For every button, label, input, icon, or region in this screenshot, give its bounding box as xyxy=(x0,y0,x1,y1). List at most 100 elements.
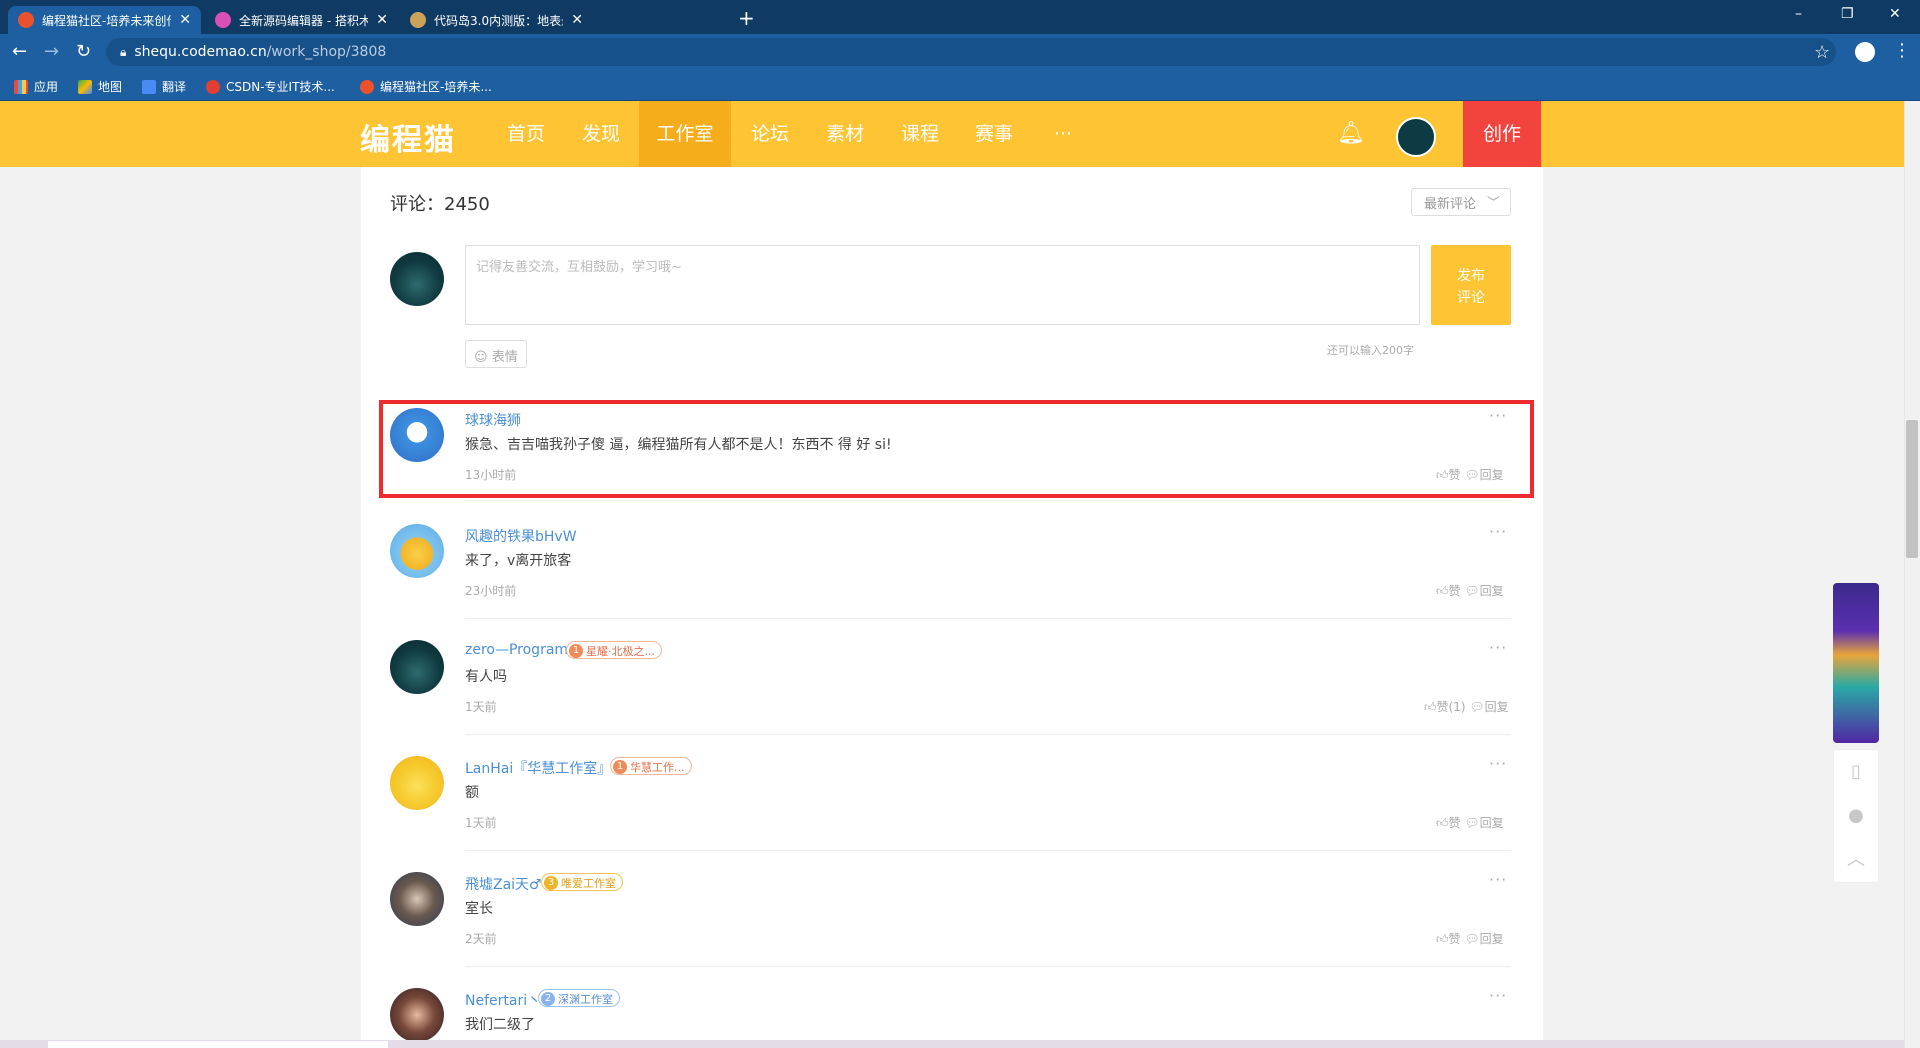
commenter-name[interactable]: 风趣的铁果bHvW xyxy=(465,526,577,546)
like-button[interactable]: 赞 xyxy=(1449,816,1461,830)
back-arrow-icon[interactable]: ← xyxy=(12,41,27,62)
game-ad-banner[interactable] xyxy=(1833,583,1879,743)
back-to-top-icon[interactable]: ︿ xyxy=(1834,838,1878,882)
commenter-name[interactable]: LanHai『华慧工作室』 xyxy=(465,758,611,778)
browser-menu-icon[interactable]: ⋮ xyxy=(1893,40,1911,61)
bookmark-apps[interactable]: 应用 xyxy=(14,78,58,95)
reply-icon[interactable]: 💬︎ xyxy=(1464,932,1479,946)
minimize-button[interactable]: – xyxy=(1795,6,1802,22)
like-button[interactable]: 赞 xyxy=(1449,468,1461,482)
reply-icon[interactable]: 💬︎ xyxy=(1464,468,1479,482)
thumb-up-icon[interactable]: 👍︎ xyxy=(1436,816,1449,830)
comment-text: 来了，v离开旅客 xyxy=(465,553,572,569)
reply-button[interactable]: 回复 xyxy=(1485,700,1509,714)
commenter-avatar[interactable] xyxy=(390,640,444,694)
horizontal-scrollbar-thumb[interactable] xyxy=(48,1041,388,1048)
phone-icon[interactable]: ▯ xyxy=(1834,750,1878,794)
more-options-icon[interactable]: ··· xyxy=(1489,638,1507,657)
commenter-avatar[interactable] xyxy=(390,408,444,462)
commenter-avatar[interactable] xyxy=(390,988,444,1042)
vertical-scrollbar[interactable] xyxy=(1904,101,1920,1048)
more-options-icon[interactable]: ··· xyxy=(1489,986,1507,1005)
restore-button[interactable]: ❐ xyxy=(1841,6,1854,22)
comment-time: 23小时前 xyxy=(465,584,517,598)
thumb-up-icon[interactable]: 👍︎ xyxy=(1436,584,1449,598)
scrollbar-thumb[interactable] xyxy=(1906,420,1918,558)
emoji-button[interactable]: ☺ 表情 xyxy=(465,340,527,368)
create-button[interactable]: 创作 xyxy=(1463,101,1541,167)
star-icon[interactable]: ☆ xyxy=(1814,42,1830,63)
url-field[interactable]: 🔒︎ shequ.codemao.cn/work_shop/3808 xyxy=(106,38,1836,66)
nav-forum[interactable]: 论坛 xyxy=(739,101,801,167)
thumb-up-icon[interactable]: 👍︎ xyxy=(1424,700,1437,714)
tab-codemao-community[interactable]: 编程猫社区-培养未来创作者 - 首 ✕ xyxy=(8,6,201,34)
more-options-icon[interactable]: ··· xyxy=(1489,522,1507,541)
like-button[interactable]: 赞(1) xyxy=(1437,700,1466,714)
nav-home[interactable]: 首页 xyxy=(495,101,557,167)
nav-materials[interactable]: 素材 xyxy=(814,101,876,167)
bookmark-maps[interactable]: 地图 xyxy=(78,78,122,95)
workshop-badge[interactable]: 3 唯爱工作室 xyxy=(541,873,623,891)
post-comment-button[interactable]: 发布 评论 xyxy=(1431,245,1511,325)
reply-button[interactable]: 回复 xyxy=(1480,816,1504,830)
commenter-name[interactable]: 飛墟Zai天♂ xyxy=(465,874,542,894)
comment-actions: 👍︎赞 💬︎回复 xyxy=(1436,814,1504,831)
reply-button[interactable]: 回复 xyxy=(1480,584,1504,598)
reply-icon[interactable]: 💬︎ xyxy=(1469,700,1484,714)
commenter-avatar[interactable] xyxy=(390,756,444,810)
reply-icon[interactable]: 💬︎ xyxy=(1464,816,1479,830)
address-bar-row: ← → ↻ 🔒︎ shequ.codemao.cn/work_shop/3808… xyxy=(0,34,1920,70)
comment-text: 额 xyxy=(465,785,479,801)
commenter-name[interactable]: Nefertari丶 xyxy=(465,990,541,1010)
like-button[interactable]: 赞 xyxy=(1449,932,1461,946)
close-tab-icon[interactable]: ✕ xyxy=(571,12,583,28)
bell-icon[interactable]: 🔔︎ xyxy=(1337,121,1365,146)
reload-icon[interactable]: ↻ xyxy=(76,41,91,62)
more-options-icon[interactable]: ··· xyxy=(1489,754,1507,773)
close-tab-icon[interactable]: ✕ xyxy=(179,12,191,28)
commenter-name[interactable]: 球球海狮 xyxy=(465,410,521,430)
bookmark-codemao[interactable]: 编程猫社区-培养未... xyxy=(360,78,492,95)
nav-more[interactable]: ··· xyxy=(1032,101,1094,167)
commenter-avatar[interactable] xyxy=(390,872,444,926)
more-options-icon[interactable]: ··· xyxy=(1489,406,1507,425)
maps-icon xyxy=(78,79,92,94)
forward-arrow-icon[interactable]: → xyxy=(44,41,59,62)
more-options-icon[interactable]: ··· xyxy=(1489,870,1507,889)
new-tab-button[interactable]: + xyxy=(738,6,755,30)
thumb-up-icon[interactable]: 👍︎ xyxy=(1436,932,1449,946)
close-tab-icon[interactable]: ✕ xyxy=(376,12,388,28)
thumb-up-icon[interactable]: 👍︎ xyxy=(1436,468,1449,482)
reply-button[interactable]: 回复 xyxy=(1480,468,1504,482)
site-logo[interactable]: 编程猫 xyxy=(360,115,456,159)
browser-tab-strip: 编程猫社区-培养未来创作者 - 首 ✕ 全新源码编辑器 - 搭积木一样有趣 ✕ … xyxy=(0,0,1920,34)
nav-events[interactable]: 赛事 xyxy=(963,101,1025,167)
qq-icon[interactable]: ● xyxy=(1834,794,1878,838)
tab-source-editor[interactable]: 全新源码编辑器 - 搭积木一样有趣 ✕ xyxy=(205,6,398,34)
bookmark-csdn[interactable]: CSDN-专业IT技术... xyxy=(206,78,335,95)
nav-courses[interactable]: 课程 xyxy=(889,101,951,167)
nav-workshop[interactable]: 工作室 xyxy=(639,101,731,167)
comment-actions: 👍︎赞(1) 💬︎回复 xyxy=(1424,698,1509,715)
comment-actions: 👍︎赞 💬︎回复 xyxy=(1436,930,1504,947)
comment-text: 我们二级了 xyxy=(465,1017,535,1033)
reply-icon[interactable]: 💬︎ xyxy=(1464,584,1479,598)
close-window-button[interactable]: ✕ xyxy=(1889,6,1901,22)
like-button[interactable]: 赞 xyxy=(1449,584,1461,598)
sort-dropdown[interactable]: 最新评论 ﹀ xyxy=(1411,188,1511,216)
profile-icon[interactable] xyxy=(1855,42,1875,62)
nav-discover[interactable]: 发现 xyxy=(570,101,632,167)
comment-input[interactable]: 记得友善交流，互相鼓励，学习哦~ xyxy=(465,245,1420,325)
workshop-badge[interactable]: 2 深渊工作室 xyxy=(538,989,620,1007)
comment-text: 猴急、吉吉喵我孙子傻 逼，编程猫所有人都不是人！东西不 得 好 si! xyxy=(465,437,892,453)
user-avatar[interactable] xyxy=(1396,117,1436,157)
comment-count: 评论：2450 xyxy=(390,194,490,215)
commenter-name[interactable]: zero—Program xyxy=(465,642,568,658)
bookmarks-bar: 应用 地图 翻译 CSDN-专业IT技术... 编程猫社区-培养未... xyxy=(0,70,1920,101)
bookmark-translate[interactable]: 翻译 xyxy=(142,78,186,95)
workshop-badge[interactable]: 1 华慧工作... xyxy=(610,757,692,775)
reply-button[interactable]: 回复 xyxy=(1480,932,1504,946)
commenter-avatar[interactable] xyxy=(390,524,444,578)
tab-code-island[interactable]: 代码岛3.0内测版：地表最强の炸 ✕ xyxy=(400,6,593,34)
workshop-badge[interactable]: 1 星耀·北极之... xyxy=(566,641,662,659)
